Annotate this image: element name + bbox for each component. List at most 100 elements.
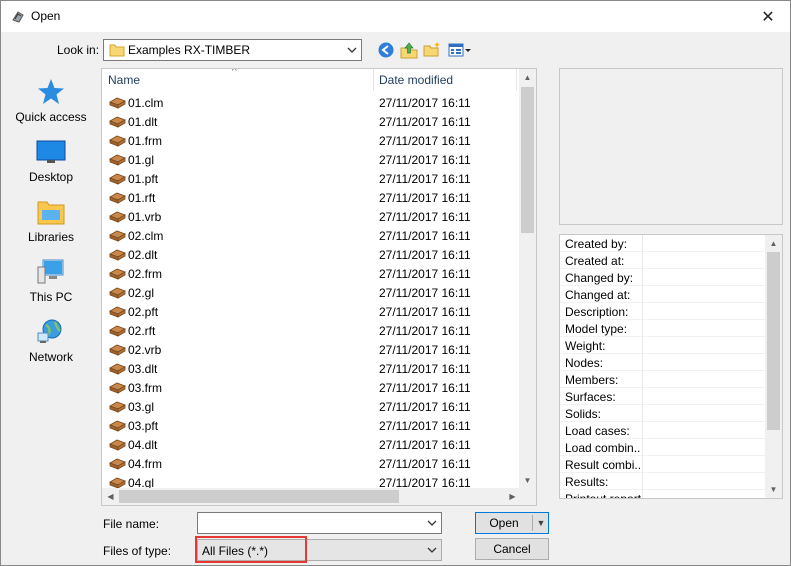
- rx-file-icon: [109, 211, 126, 223]
- file-row[interactable]: 04.frm27/11/2017 16:11RX: [102, 454, 536, 473]
- place-label: Libraries: [27, 230, 75, 244]
- file-name: 03.gl: [128, 400, 155, 414]
- file-row[interactable]: 02.frm27/11/2017 16:11RX: [102, 264, 536, 283]
- place-this-pc[interactable]: This PC: [7, 257, 95, 304]
- open-button[interactable]: Open ▼: [475, 512, 549, 534]
- rx-file-icon: [109, 325, 126, 337]
- property-divider: [642, 490, 643, 498]
- close-button[interactable]: ✕: [746, 1, 790, 32]
- rx-file-icon: [109, 97, 126, 109]
- up-folder-icon[interactable]: [399, 40, 419, 60]
- file-list[interactable]: ^ Name Date modified Ty 01.clm 27/11/2017…: [101, 68, 537, 506]
- file-row[interactable]: 01.gl27/11/2017 16:11RX: [102, 150, 536, 169]
- file-row[interactable]: 01.vrb27/11/2017 16:11RX: [102, 207, 536, 226]
- property-key: Surfaces:: [565, 390, 616, 404]
- rx-file-icon: [109, 268, 126, 280]
- file-row[interactable]: 01.clm27/11/2017 16:11RX: [102, 93, 536, 112]
- file-name: 01.dlt: [128, 115, 158, 129]
- rx-file-icon: [109, 249, 126, 261]
- file-list-header: ^ Name Date modified Ty: [102, 69, 536, 91]
- scroll-up-arrow-icon[interactable]: ▲: [765, 235, 782, 252]
- scroll-down-arrow-icon[interactable]: ▼: [765, 481, 782, 498]
- property-row: Results:: [560, 473, 782, 490]
- file-row[interactable]: 03.frm27/11/2017 16:11RX: [102, 378, 536, 397]
- file-row[interactable]: 02.vrb27/11/2017 16:11RX: [102, 340, 536, 359]
- property-divider: [642, 439, 643, 456]
- scrollbar-thumb[interactable]: [119, 490, 399, 503]
- rx-file-icon: [109, 363, 126, 375]
- property-key: Solids:: [565, 407, 602, 421]
- file-date: 27/11/2017 16:11: [379, 229, 471, 243]
- column-separator[interactable]: [373, 69, 374, 91]
- file-date: 27/11/2017 16:11: [379, 286, 471, 300]
- file-name: 01.vrb: [128, 210, 162, 224]
- filename-input[interactable]: [197, 512, 442, 534]
- filetype-dropdown[interactable]: All Files (*.*): [197, 539, 442, 561]
- file-list-vertical-scrollbar[interactable]: ▲ ▼: [519, 69, 536, 489]
- property-rows: Created by: Created at: Changed by: Changed…: [560, 235, 782, 499]
- file-row[interactable]: 02.clm27/11/2017 16:11RX: [102, 226, 536, 245]
- window-title: Open: [31, 9, 61, 23]
- rx-file-icon: [109, 154, 126, 166]
- rx-file-icon: [109, 173, 126, 185]
- file-row[interactable]: 03.gl27/11/2017 16:11RX: [102, 397, 536, 416]
- place-desktop[interactable]: Desktop: [7, 137, 95, 184]
- property-row: Nodes:: [560, 354, 782, 371]
- property-key: Created by:: [565, 237, 628, 251]
- file-row[interactable]: 02.pft27/11/2017 16:11RX: [102, 302, 536, 321]
- property-divider: [642, 286, 643, 303]
- property-divider: [642, 405, 643, 422]
- file-row[interactable]: 01.frm27/11/2017 16:11RX: [102, 131, 536, 150]
- open-dialog: Open ✕ Look in: Examples RX-TIMBER Quick…: [0, 0, 791, 566]
- property-key: Changed at:: [565, 288, 631, 302]
- file-date: 27/11/2017 16:11: [379, 457, 471, 471]
- rx-file-icon: [109, 401, 126, 413]
- cancel-button[interactable]: Cancel: [475, 538, 549, 560]
- file-row[interactable]: 04.dlt27/11/2017 16:11RX: [102, 435, 536, 454]
- desktop-icon: [36, 140, 66, 163]
- file-list-horizontal-scrollbar[interactable]: ◀ ▶: [102, 488, 521, 505]
- preview-pane: [559, 68, 783, 225]
- column-header-date[interactable]: Date modified: [379, 73, 453, 87]
- column-header-name[interactable]: Name: [108, 73, 140, 87]
- back-icon[interactable]: [376, 40, 396, 60]
- file-row[interactable]: 02.dlt27/11/2017 16:11RX: [102, 245, 536, 264]
- file-name: 02.clm: [128, 229, 164, 243]
- chevron-down-icon[interactable]: [426, 517, 438, 529]
- scrollbar-corner: [519, 488, 536, 505]
- file-row[interactable]: 02.rft27/11/2017 16:11RX: [102, 321, 536, 340]
- property-divider: [642, 388, 643, 405]
- property-divider: [642, 456, 643, 473]
- scrollbar-thumb[interactable]: [767, 252, 780, 430]
- file-row[interactable]: 03.pft27/11/2017 16:11RX: [102, 416, 536, 435]
- new-folder-icon[interactable]: [422, 40, 442, 60]
- scroll-down-arrow-icon[interactable]: ▼: [519, 472, 536, 489]
- file-row[interactable]: 01.rft27/11/2017 16:11RX: [102, 188, 536, 207]
- file-row[interactable]: 02.gl27/11/2017 16:11RX: [102, 283, 536, 302]
- file-date: 27/11/2017 16:11: [379, 362, 471, 376]
- column-separator[interactable]: [516, 69, 517, 91]
- place-quick-access[interactable]: Quick access: [7, 77, 95, 124]
- lookin-dropdown[interactable]: Examples RX-TIMBER: [103, 39, 362, 61]
- rx-file-icon: [109, 458, 126, 470]
- scroll-left-arrow-icon[interactable]: ◀: [102, 488, 119, 505]
- place-libraries[interactable]: Libraries: [7, 197, 95, 244]
- place-network[interactable]: Network: [7, 317, 95, 364]
- file-name: 02.pft: [128, 305, 159, 319]
- properties-scrollbar[interactable]: ▲ ▼: [765, 235, 782, 498]
- view-menu-icon[interactable]: [447, 40, 473, 60]
- open-dropdown-arrow-icon[interactable]: ▼: [535, 513, 547, 533]
- property-key: Printout report:: [565, 492, 641, 499]
- property-divider: [642, 354, 643, 371]
- rx-file-icon: [109, 344, 126, 356]
- file-date: 27/11/2017 16:11: [379, 115, 471, 129]
- filetype-value: All Files (*.*): [202, 544, 269, 558]
- filename-label: File name:: [103, 517, 160, 531]
- file-row[interactable]: 03.dlt27/11/2017 16:11RX: [102, 359, 536, 378]
- scrollbar-thumb[interactable]: [521, 87, 534, 233]
- scroll-up-arrow-icon[interactable]: ▲: [519, 69, 536, 86]
- file-row[interactable]: 01.dlt27/11/2017 16:11RX: [102, 112, 536, 131]
- file-row[interactable]: 01.pft27/11/2017 16:11RX: [102, 169, 536, 188]
- property-key: Model type:: [565, 322, 628, 336]
- file-date: 27/11/2017 16:11: [379, 134, 471, 148]
